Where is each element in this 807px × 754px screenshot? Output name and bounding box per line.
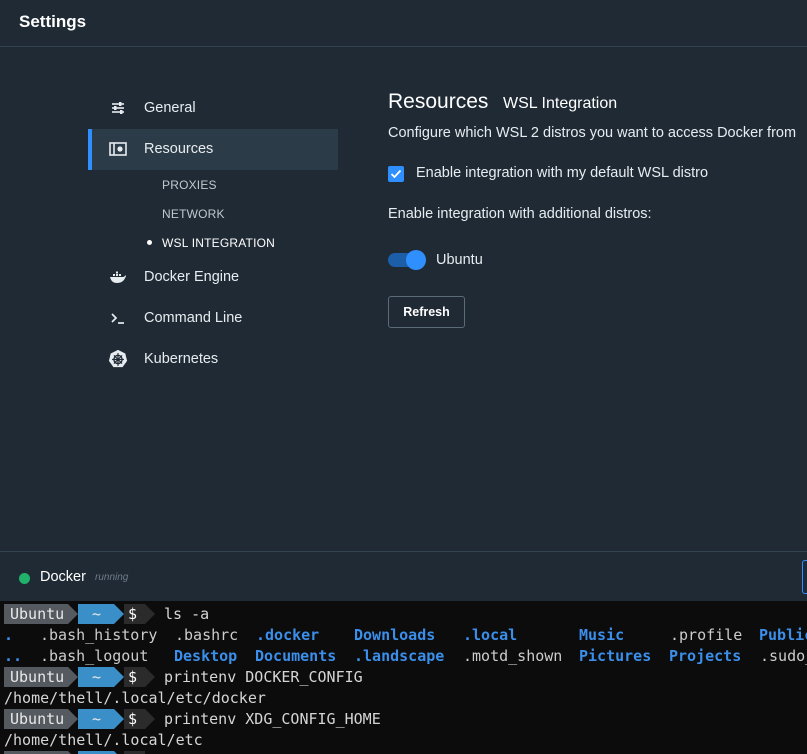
prompt-user: Ubuntu <box>4 604 68 624</box>
default-distro-checkbox[interactable] <box>388 166 404 182</box>
sidebar-subitem-network[interactable]: NETWORK <box>162 207 225 221</box>
prompt-symbol: $ <box>124 709 145 729</box>
terminal-output-line: /home/thell/.local/etc/docker <box>0 687 807 708</box>
sidebar-item-kubernetes[interactable]: Kubernetes <box>88 339 338 380</box>
sidebar-item-label: Resources <box>144 141 214 157</box>
resources-icon <box>108 139 128 159</box>
title-bar: Settings <box>0 0 807 47</box>
ubuntu-distro-label: Ubuntu <box>436 252 483 268</box>
powerline-arrow-icon <box>114 667 124 687</box>
status-bar-button[interactable] <box>802 560 807 594</box>
terminal-output-line: /home/thell/.local/etc <box>0 729 807 750</box>
page-title: Resources <box>388 90 489 113</box>
terminal-command: printenv DOCKER_CONFIG <box>164 668 363 686</box>
checkmark-icon <box>390 169 402 179</box>
current-item-bullet <box>147 240 152 245</box>
ls-entry: .. <box>4 647 23 665</box>
ls-entry: .bash_history <box>40 626 158 644</box>
sidebar-item-docker-engine[interactable]: Docker Engine <box>88 257 338 298</box>
ls-entry: Documents <box>255 647 337 665</box>
ls-entry: Downloads <box>354 626 436 644</box>
powerline-arrow-icon <box>145 709 155 729</box>
terminal-command: ls -a <box>164 605 210 623</box>
window-title: Settings <box>19 12 87 31</box>
terminal-output-line: . .bash_history .bashrc .docker Download… <box>0 624 807 645</box>
prompt-user: Ubuntu <box>4 667 68 687</box>
ls-entry: Projects <box>669 647 742 665</box>
ls-entry: .bash_logout <box>40 647 149 665</box>
powerline-arrow-icon <box>145 604 155 624</box>
sidebar-item-resources[interactable]: Resources <box>88 129 338 170</box>
terminal-command: printenv XDG_CONFIG_HOME <box>164 710 381 728</box>
terminal-prompt-line: Ubuntu ~ $ printenv DOCKER_CONFIG <box>0 666 807 687</box>
terminal-prompt-line <box>0 750 807 754</box>
settings-window: Settings General Resources PROXIES NETWO… <box>0 0 807 601</box>
sidebar-item-label: Command Line <box>144 310 243 326</box>
prompt-path: ~ <box>78 604 114 624</box>
terminal-window[interactable]: Ubuntu ~ $ ls -a . .bash_history .bashrc… <box>0 601 807 754</box>
sidebar-subitem-proxies[interactable]: PROXIES <box>162 178 217 192</box>
powerline-arrow-icon <box>114 709 124 729</box>
default-distro-checkbox-label[interactable]: Enable integration with my default WSL d… <box>416 165 708 181</box>
ls-entry: Pictures <box>579 647 652 665</box>
prompt-symbol: $ <box>124 667 145 687</box>
ls-entry: .profile <box>670 626 743 644</box>
ls-entry: .landscape <box>354 647 445 665</box>
sidebar-item-general[interactable]: General <box>88 88 338 129</box>
prompt-path: ~ <box>78 709 114 729</box>
powerline-arrow-icon <box>68 667 78 687</box>
sidebar-item-label: General <box>144 100 196 116</box>
terminal-output-line: .. .bash_logout Desktop Documents .lands… <box>0 645 807 666</box>
sidebar-item-command-line[interactable]: Command Line <box>88 298 338 339</box>
refresh-button[interactable]: Refresh <box>388 296 465 328</box>
prompt-symbol: $ <box>124 604 145 624</box>
status-state: running <box>95 572 129 583</box>
terminal-prompt-line: Ubuntu ~ $ printenv XDG_CONFIG_HOME <box>0 708 807 729</box>
command-output: /home/thell/.local/etc <box>4 731 203 749</box>
ls-entry: Public <box>759 626 807 644</box>
ls-entry: .local <box>463 626 518 644</box>
powerline-arrow-icon <box>68 604 78 624</box>
status-name: Docker <box>40 569 86 585</box>
sidebar-subitem-wsl-integration[interactable]: WSL INTEGRATION <box>162 236 275 250</box>
toggle-knob <box>406 250 426 270</box>
powerline-arrow-icon <box>145 667 155 687</box>
whale-icon <box>108 267 128 287</box>
ls-entry: . <box>4 626 14 644</box>
ls-entry: Music <box>579 626 625 644</box>
ls-entry: .motd_shown <box>463 647 563 665</box>
ls-entry: .sudo_ <box>760 647 807 665</box>
ls-entry: Desktop <box>174 647 238 665</box>
terminal-prompt-line: Ubuntu ~ $ ls -a <box>0 603 807 624</box>
ubuntu-distro-toggle[interactable] <box>388 250 426 270</box>
prompt-path: ~ <box>78 667 114 687</box>
page-description: Configure which WSL 2 distros you want t… <box>388 125 797 141</box>
terminal-prompt-icon <box>108 308 128 328</box>
ls-entry: .bashrc <box>175 626 239 644</box>
sidebar-item-label: Docker Engine <box>144 269 240 285</box>
status-bar: Docker running <box>0 551 807 601</box>
additional-distros-label: Enable integration with additional distr… <box>388 206 652 222</box>
command-output: /home/thell/.local/etc/docker <box>4 689 266 707</box>
prompt-user: Ubuntu <box>4 709 68 729</box>
powerline-arrow-icon <box>68 709 78 729</box>
powerline-arrow-icon <box>114 604 124 624</box>
page-subtitle: WSL Integration <box>503 95 618 112</box>
status-indicator-icon <box>19 573 30 584</box>
kubernetes-helm-icon <box>108 349 128 369</box>
sidebar-item-label: Kubernetes <box>144 351 219 367</box>
ls-entry: .docker <box>256 626 320 644</box>
sliders-icon <box>108 98 128 118</box>
